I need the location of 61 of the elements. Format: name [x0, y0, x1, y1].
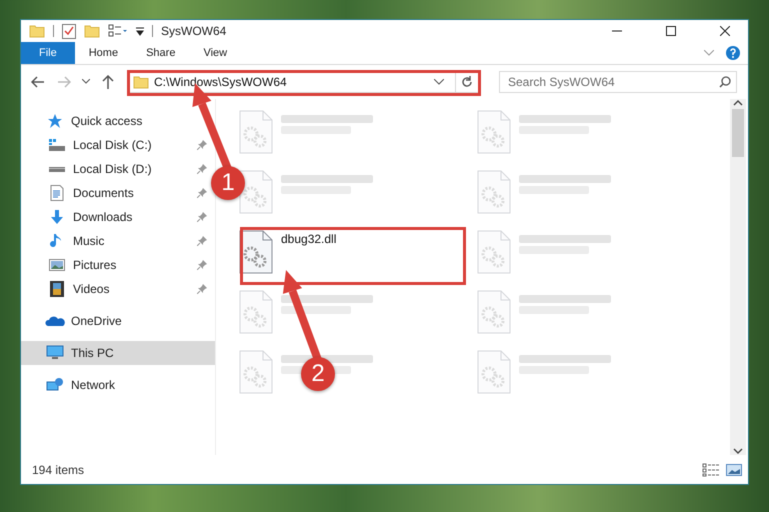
sidebar-item[interactable]: Local Disk (C:): [21, 133, 215, 157]
gear-file-icon: [477, 350, 511, 394]
gear-file-icon: [477, 170, 511, 214]
scroll-down-icon[interactable]: [733, 447, 743, 455]
folder-icon: [133, 75, 149, 89]
ribbon-tab[interactable]: File: [21, 42, 75, 64]
document-icon: [50, 185, 64, 201]
star-icon: [47, 113, 63, 129]
gear-file-icon: [477, 230, 511, 274]
sidebar-item[interactable]: Pictures: [21, 253, 215, 277]
picture-icon: [49, 258, 65, 272]
film-icon: [50, 281, 64, 297]
network-icon: [46, 377, 64, 393]
sidebar-item[interactable]: Videos: [21, 277, 215, 301]
search-icon: [719, 76, 731, 88]
large-icons-view-icon[interactable]: [726, 462, 742, 476]
callout-number: 2: [301, 357, 335, 391]
sidebar-item[interactable]: Downloads: [21, 205, 215, 229]
gear-file-icon: [239, 170, 273, 214]
gear-file-icon: [239, 350, 273, 394]
download-arrow-icon: [49, 209, 65, 225]
sidebar-item[interactable]: Music: [21, 229, 215, 253]
ribbon-tab[interactable]: Home: [74, 42, 132, 64]
gear-file-icon: [477, 110, 511, 154]
scroll-up-icon[interactable]: [733, 99, 743, 107]
maximize-icon: [666, 26, 676, 36]
chevron-down-icon: [82, 79, 90, 85]
drive-icon: [49, 166, 65, 172]
gear-file-icon: [239, 230, 273, 274]
monitor-icon: [46, 345, 64, 361]
cloud-icon: [45, 315, 65, 327]
sidebar-item[interactable]: Quick access: [21, 109, 215, 133]
search-field[interactable]: Search SysWOW64: [499, 71, 737, 93]
window-title: SysWOW64: [161, 24, 228, 38]
sidebar-item[interactable]: OneDrive: [21, 309, 215, 333]
details-view-icon[interactable]: [702, 462, 720, 476]
expand-ribbon-icon[interactable]: [704, 50, 714, 56]
customize-toolbar-icon[interactable]: [136, 26, 144, 36]
folder-icon: [29, 24, 45, 38]
forward-arrow-icon: [57, 76, 71, 88]
close-icon: [720, 26, 730, 36]
back-arrow-icon: [31, 76, 45, 88]
gear-file-icon: [477, 290, 511, 334]
drive-icon: [48, 138, 66, 152]
ribbon-tab[interactable]: Share: [132, 42, 190, 64]
ribbon-tab[interactable]: View: [189, 42, 242, 64]
up-arrow-icon: [102, 75, 114, 89]
sidebar-item[interactable]: This PC: [21, 341, 215, 365]
properties-icon[interactable]: [62, 23, 76, 39]
view-list-icon[interactable]: [108, 24, 128, 38]
callout-number: 1: [211, 166, 245, 200]
help-icon[interactable]: [726, 46, 740, 60]
file-name[interactable]: dbug32.dll: [281, 232, 336, 246]
address-path: C:\Windows\SysWOW64: [154, 75, 288, 89]
item-count: 194 items: [32, 462, 86, 476]
gear-file-icon: [239, 110, 273, 154]
gear-file-icon: [239, 290, 273, 334]
refresh-icon[interactable]: [461, 76, 473, 88]
dropdown-icon[interactable]: [434, 79, 444, 85]
scrollbar-thumb[interactable]: [732, 109, 744, 157]
sidebar-item[interactable]: Network: [21, 373, 215, 397]
